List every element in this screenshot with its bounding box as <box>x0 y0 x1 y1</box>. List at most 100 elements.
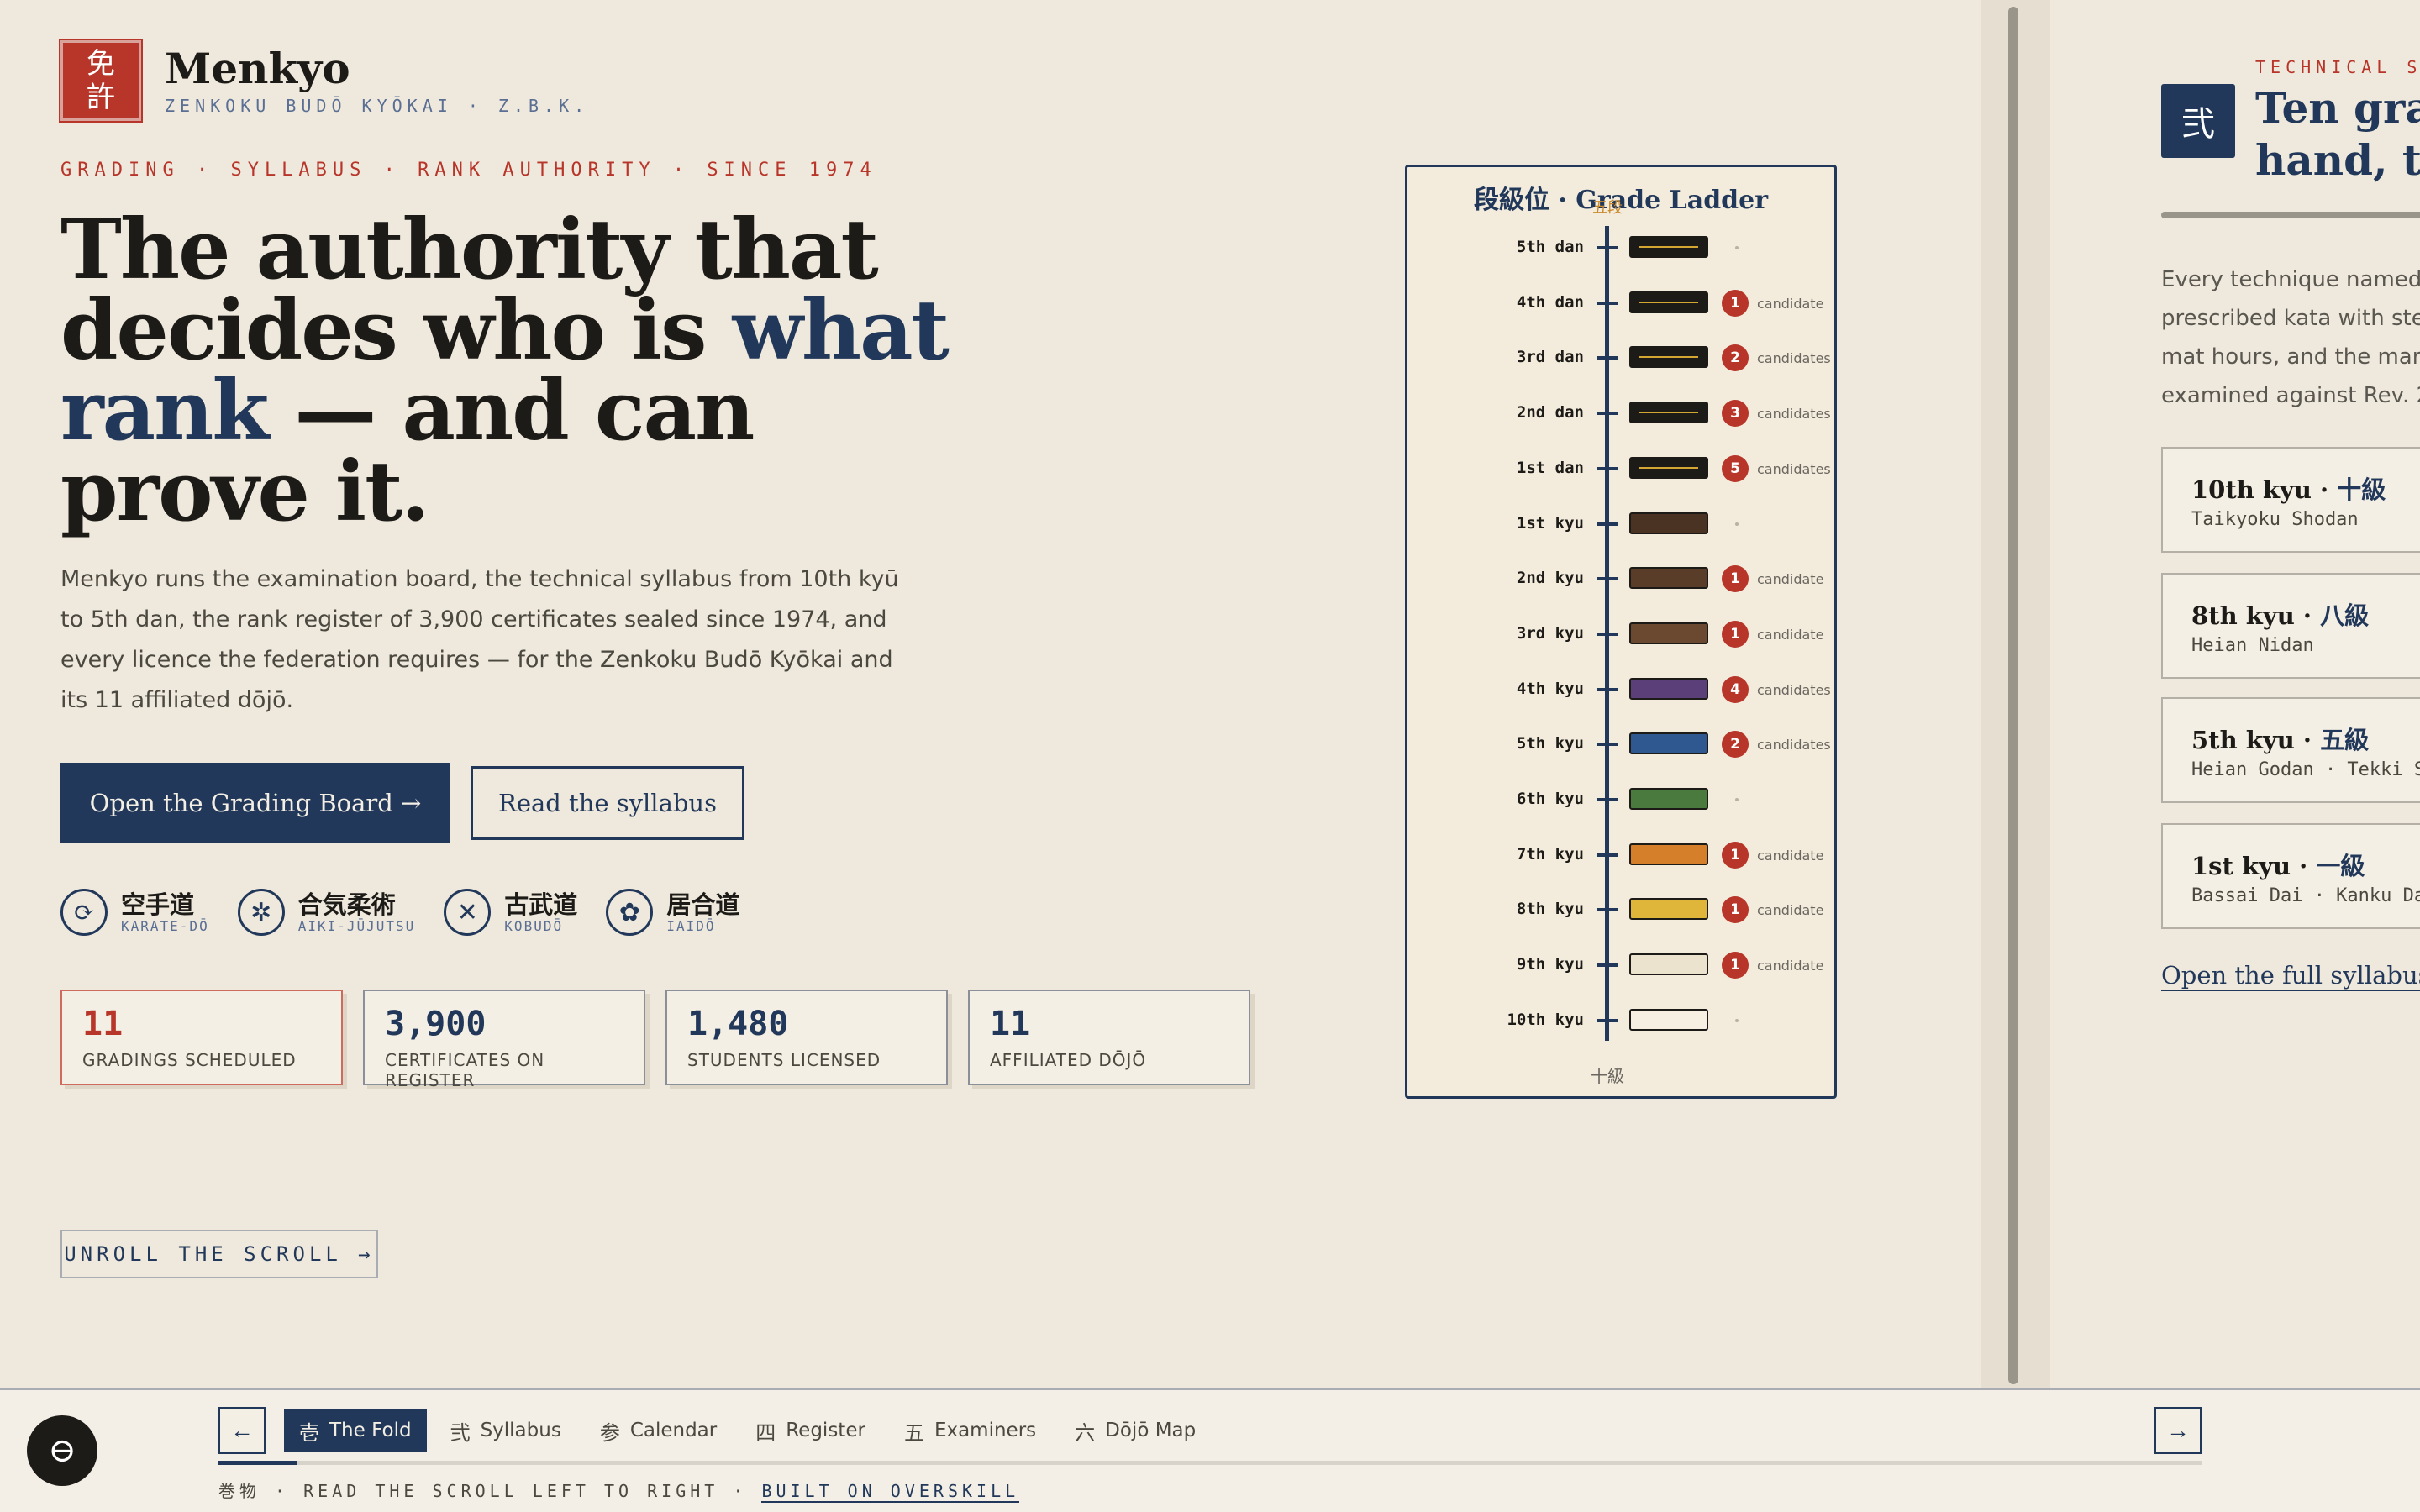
tab-examiners[interactable]: 五 Examiners <box>889 1409 1051 1452</box>
kata-card-1st-kyu[interactable]: 1st kyu · 一級 Bassai Dai · Kanku Da <box>2161 823 2420 929</box>
overskill-logo-button[interactable]: ⊖ <box>27 1415 97 1486</box>
body-line: mat hours, and the marki <box>2161 344 2420 370</box>
stat-certificates[interactable]: 3,900 CERTIFICATES ON REGISTER <box>363 990 645 1090</box>
empty-dot <box>1735 798 1739 801</box>
tab-numeral: 四 <box>755 1420 776 1445</box>
stat-gradings-scheduled[interactable]: 11 GRADINGS SCHEDULED <box>60 990 343 1085</box>
rung-tick <box>1597 687 1618 691</box>
ladder-rung[interactable]: 5th kyu 2 candidates <box>1407 727 1834 761</box>
stat-affiliated-dojo[interactable]: 11 AFFILIATED DŌJŌ <box>968 990 1250 1085</box>
kata-forms: Bassai Dai · Kanku Da <box>2191 885 2420 906</box>
ladder-rung[interactable]: 3rd kyu 1 candidate <box>1407 617 1834 651</box>
empty-dot <box>1735 1018 1739 1022</box>
empty-dot <box>1735 522 1739 526</box>
ladder-rung[interactable]: 4th dan 1 candidate <box>1407 286 1834 320</box>
tab-numeral: 弐 <box>450 1420 471 1445</box>
tab-label: Syllabus <box>480 1420 561 1441</box>
ladder-rung[interactable]: 4th kyu 4 candidates <box>1407 673 1834 706</box>
seal-top-char: 免 <box>87 47 115 81</box>
rung-tick <box>1597 963 1618 968</box>
brand-name: Menkyo <box>165 44 350 93</box>
tab-label: Examiners <box>934 1420 1037 1441</box>
ladder-rung[interactable]: 2nd kyu 1 candidate <box>1407 562 1834 596</box>
rung-label: 5th kyu <box>1516 734 1584 753</box>
heading-line-2: hand, tw <box>2255 135 2420 185</box>
belt-swatch <box>1629 843 1708 865</box>
rung-tick <box>1597 743 1618 747</box>
kata-card-5th-kyu[interactable]: 5th kyu · 五級 Heian Godan · Tekki S <box>2161 697 2420 803</box>
art-karate: ⟳ 空手道 KARATE-DŌ <box>60 889 209 936</box>
belt-swatch <box>1629 732 1708 755</box>
rung-tick <box>1597 412 1618 416</box>
crossed-weapons-icon: ✕ <box>444 889 492 936</box>
ladder-rung[interactable]: 6th kyu <box>1407 783 1834 816</box>
candidate-count-badge: 1 <box>1722 565 1749 593</box>
belt-swatch <box>1629 346 1708 369</box>
tab-register[interactable]: 四 Register <box>740 1409 881 1452</box>
candidate-label: candidate <box>1757 847 1824 864</box>
kata-card-8th-kyu[interactable]: 8th kyu · 八級 Heian Nidan <box>2161 573 2420 679</box>
candidate-label: candidates <box>1757 460 1831 477</box>
belt-swatch <box>1629 677 1708 700</box>
star-crest-icon: ✲ <box>237 889 285 936</box>
art-aiki-jujutsu: ✲ 合気柔術 AIKI-JŪJUTSU <box>237 889 416 936</box>
tab-label: Dōjō Map <box>1105 1420 1197 1441</box>
built-on-overskill-link[interactable]: BUILT ON OVERSKILL <box>761 1481 1020 1503</box>
kata-rank: 8th kyu · <box>2191 601 2321 630</box>
candidate-label: candidates <box>1757 737 1831 753</box>
tab-the-fold[interactable]: 壱 The Fold <box>284 1409 427 1452</box>
kata-card-10th-kyu[interactable]: 10th kyu · 十級 Taikyoku Shodan <box>2161 447 2420 553</box>
tab-calendar[interactable]: 参 Calendar <box>585 1409 732 1452</box>
ladder-rung[interactable]: 3rd dan 2 candidates <box>1407 341 1834 375</box>
tomoe-icon: ⟳ <box>60 889 108 936</box>
ladder-rung[interactable]: 8th kyu 1 candidate <box>1407 893 1834 927</box>
candidate-label: candidate <box>1757 958 1824 974</box>
prev-panel-button[interactable]: ← <box>218 1407 266 1454</box>
stat-students-licensed[interactable]: 1,480 STUDENTS LICENSED <box>666 990 948 1085</box>
ladder-rung[interactable]: 10th kyu <box>1407 1004 1834 1037</box>
kata-rank: 10th kyu · <box>2191 475 2338 504</box>
candidate-count-badge: 1 <box>1722 620 1749 648</box>
body-line: Every technique named in <box>2161 267 2420 292</box>
rung-label: 2nd kyu <box>1516 569 1584 588</box>
ladder-rung[interactable]: 5th dan <box>1407 231 1834 265</box>
ladder-rung[interactable]: 2nd dan 3 candidates <box>1407 396 1834 430</box>
art-en: KARATE-DŌ <box>121 917 209 934</box>
rung-label: 6th kyu <box>1516 790 1584 808</box>
rung-tick <box>1597 522 1618 526</box>
candidate-count-badge: 1 <box>1722 289 1749 317</box>
hero-eyebrow: GRADING · SYLLABUS · RANK AUTHORITY · SI… <box>60 160 877 181</box>
unroll-scroll-button[interactable]: UNROLL THE SCROLL → <box>60 1230 378 1278</box>
next-panel-button[interactable]: → <box>2154 1407 2202 1454</box>
rung-tick <box>1597 1018 1618 1022</box>
kata-title: 1st kyu · 一級 <box>2191 847 2420 882</box>
read-syllabus-button[interactable]: Read the syllabus <box>471 766 744 840</box>
brand[interactable]: 免 許 Menkyo ZENKOKU BUDŌ KYŌKAI · Z.B.K. <box>59 39 589 123</box>
stat-label: CERTIFICATES ON REGISTER <box>385 1050 545 1090</box>
empty-dot <box>1735 246 1739 249</box>
stat-label: AFFILIATED DŌJŌ <box>990 1050 1147 1070</box>
footer-prefix: 巻物 · READ THE SCROLL LEFT TO RIGHT · <box>218 1481 762 1501</box>
ladder-rung[interactable]: 7th kyu 1 candidate <box>1407 838 1834 872</box>
open-full-syllabus-link[interactable]: Open the full syllabus <box>2161 961 2420 991</box>
tab-numeral: 参 <box>599 1420 620 1445</box>
dan-stripe <box>1639 356 1698 359</box>
scroll-rod[interactable] <box>2008 7 2018 1384</box>
ladder-rung[interactable]: 1st dan 5 candidates <box>1407 452 1834 486</box>
art-jp: 古武道 <box>504 890 578 919</box>
rung-label: 4th dan <box>1516 292 1584 312</box>
tab-dojo-map[interactable]: 六 Dōjō Map <box>1060 1409 1211 1452</box>
ladder-rung[interactable]: 9th kyu 1 candidate <box>1407 948 1834 982</box>
candidate-label: candidate <box>1757 571 1824 588</box>
open-grading-board-button[interactable]: Open the Grading Board → <box>60 763 450 843</box>
logo-icon: ⊖ <box>48 1431 76 1470</box>
rung-label: 1st kyu <box>1516 513 1584 533</box>
rung-tick <box>1597 246 1618 249</box>
syllabus-heading: Ten grad hand, tw <box>2255 82 2420 186</box>
tab-syllabus[interactable]: 弐 Syllabus <box>435 1409 576 1452</box>
body-line: examined against Rev. 20 <box>2161 383 2420 408</box>
ladder-rung[interactable]: 1st kyu <box>1407 507 1834 541</box>
tab-numeral: 六 <box>1075 1420 1096 1445</box>
art-kobudo: ✕ 古武道 KOBUDŌ <box>444 889 577 936</box>
stats-row: 11 GRADINGS SCHEDULED 3,900 CERTIFICATES… <box>60 990 1270 1090</box>
